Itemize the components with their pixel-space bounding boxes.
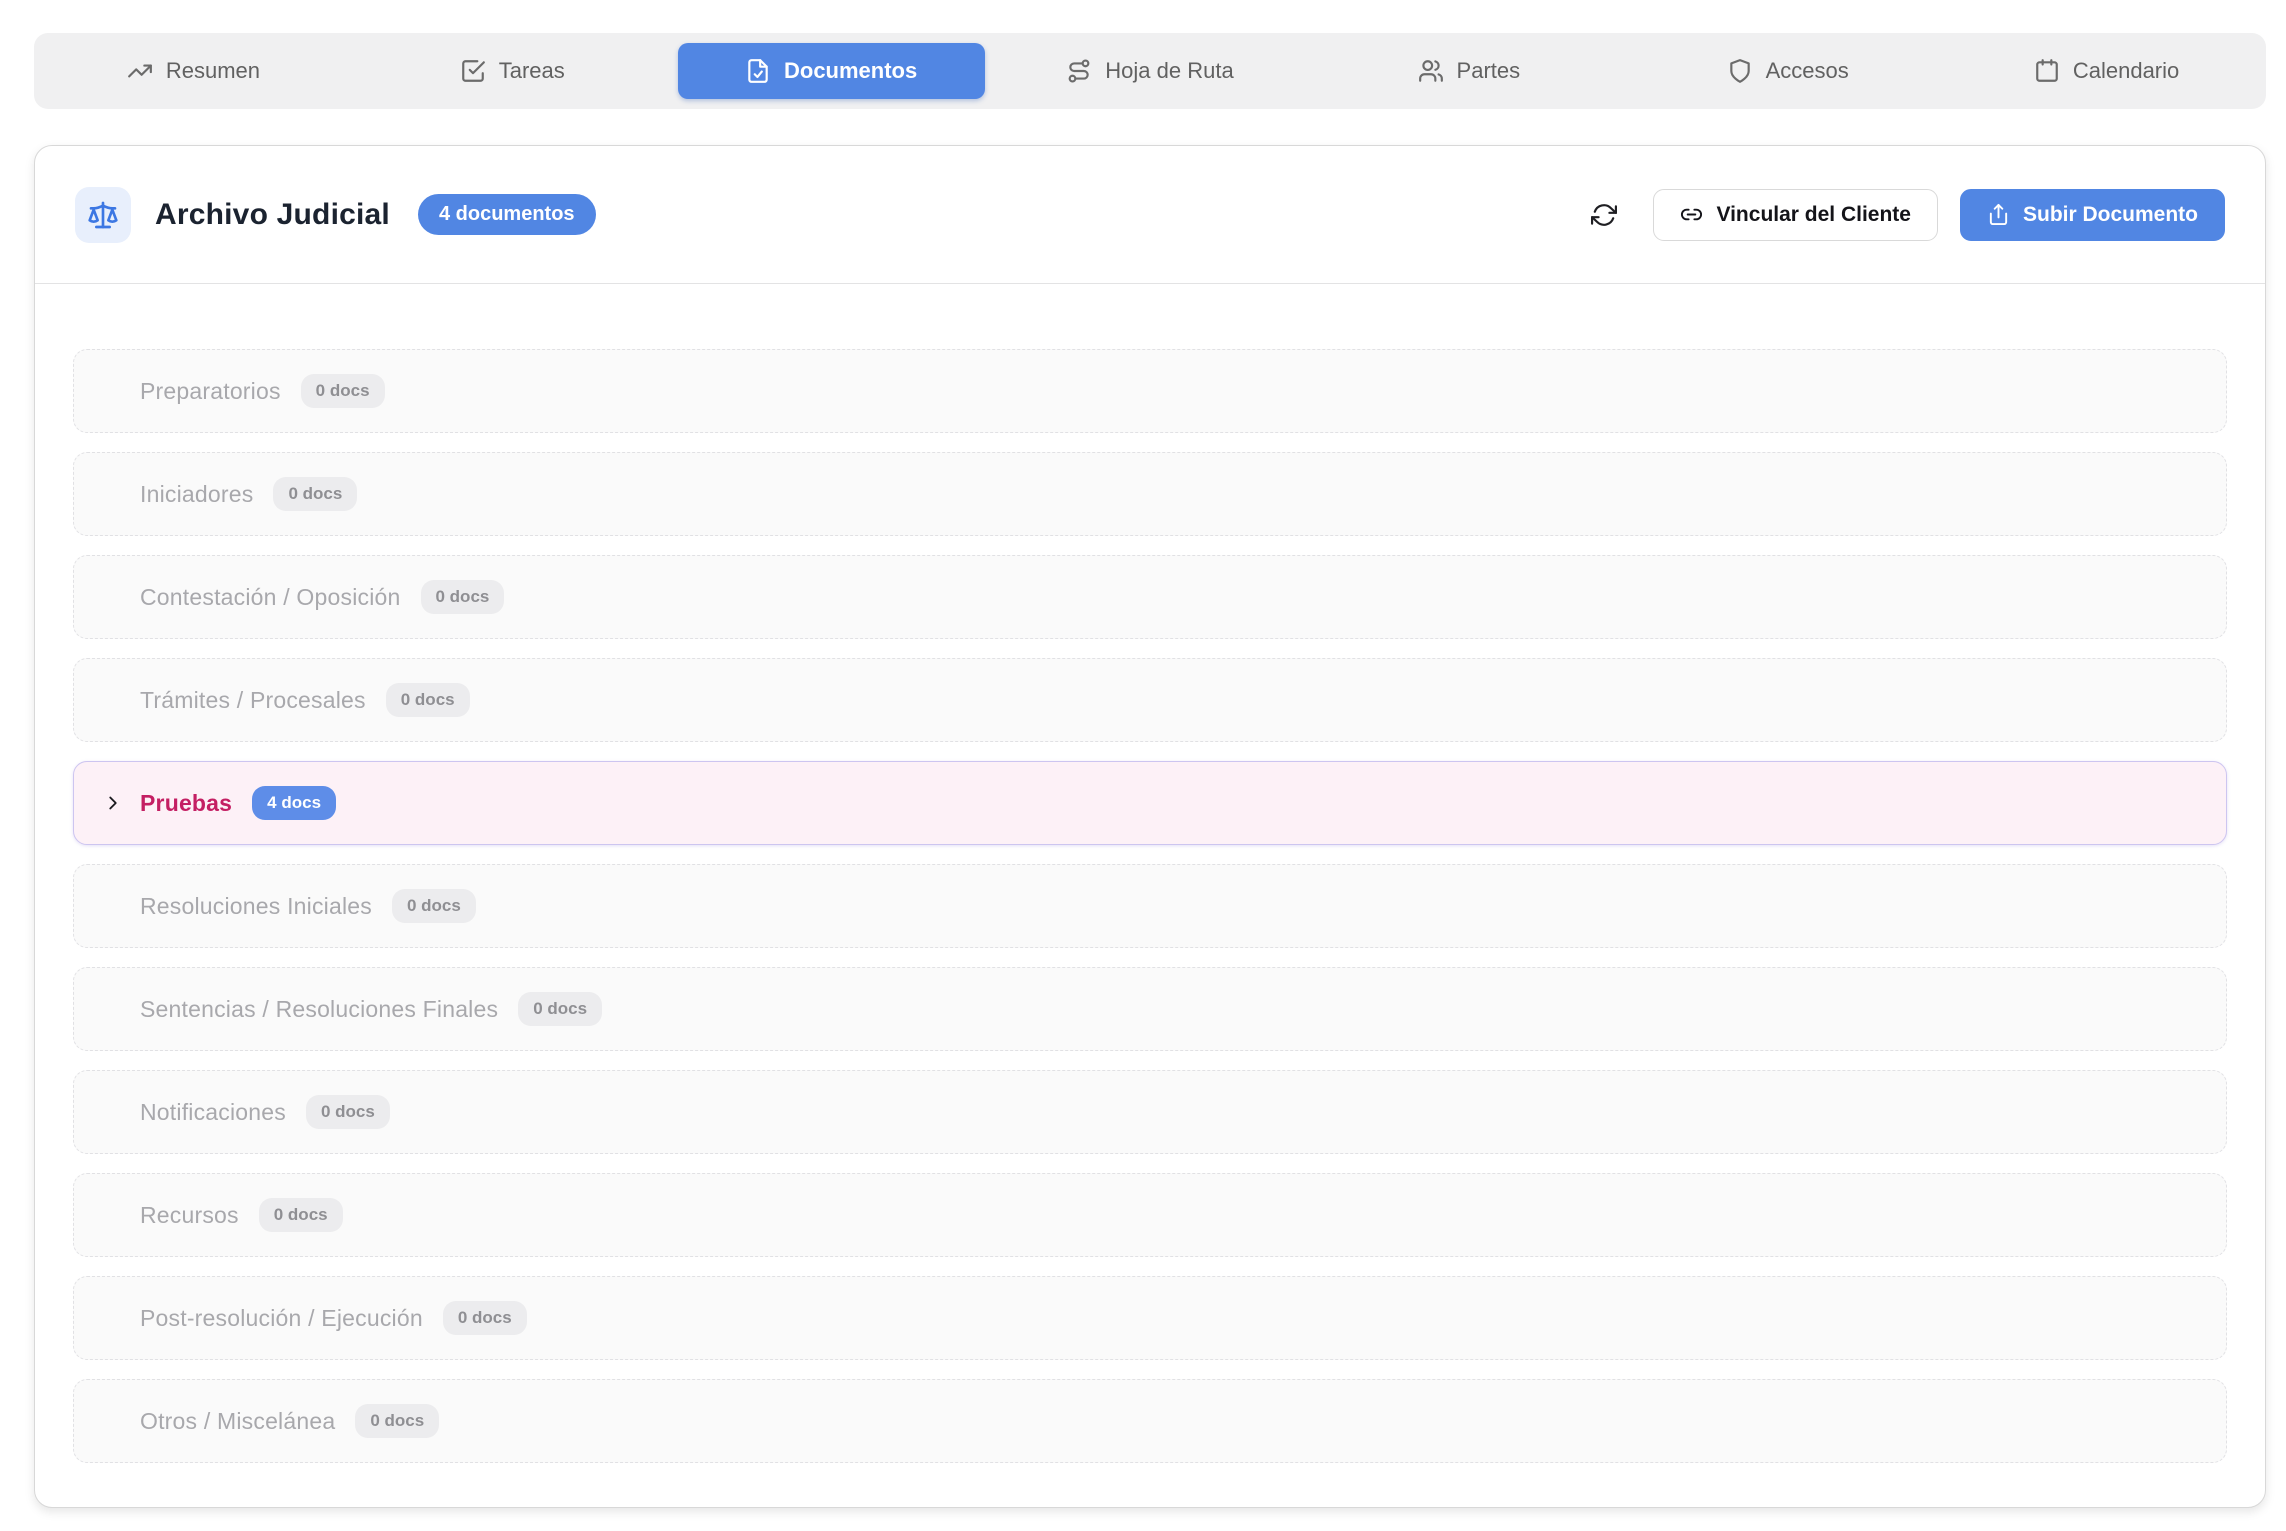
category-label: Sentencias / Resoluciones Finales (140, 996, 498, 1023)
category-doc-count-badge: 0 docs (518, 992, 602, 1026)
category-label: Resoluciones Iniciales (140, 893, 372, 920)
file-check-icon (745, 58, 771, 84)
card-header: Archivo Judicial 4 documentos Vincular d… (35, 146, 2265, 284)
category-row-contestacion-oposicion[interactable]: Contestación / Oposición 0 docs (73, 555, 2227, 639)
category-doc-count-badge: 0 docs (392, 889, 476, 923)
category-label: Contestación / Oposición (140, 584, 401, 611)
category-row-notificaciones[interactable]: Notificaciones 0 docs (73, 1070, 2227, 1154)
category-doc-count-badge: 0 docs (259, 1198, 343, 1232)
users-icon (1418, 58, 1444, 84)
upload-icon (1987, 203, 2010, 226)
tab-label: Accesos (1766, 58, 1849, 84)
upload-document-button-label: Subir Documento (2023, 203, 2198, 227)
tab-resumen[interactable]: Resumen (40, 43, 347, 99)
category-label: Trámites / Procesales (140, 687, 366, 714)
category-label: Post-resolución / Ejecución (140, 1305, 423, 1332)
link-client-button-label: Vincular del Cliente (1716, 203, 1911, 227)
category-doc-count-badge: 0 docs (386, 683, 470, 717)
tab-documentos[interactable]: Documentos (678, 43, 985, 99)
category-label: Otros / Miscelánea (140, 1408, 335, 1435)
category-label: Recursos (140, 1202, 239, 1229)
refresh-button[interactable] (1587, 198, 1621, 232)
tab-label: Partes (1457, 58, 1521, 84)
judicial-archive-card: Archivo Judicial 4 documentos Vincular d… (34, 145, 2266, 1508)
category-row-recursos[interactable]: Recursos 0 docs (73, 1173, 2227, 1257)
category-row-post-resolucion-ejecucion[interactable]: Post-resolución / Ejecución 0 docs (73, 1276, 2227, 1360)
category-label: Preparatorios (140, 378, 281, 405)
route-icon (1066, 58, 1092, 84)
link-client-button[interactable]: Vincular del Cliente (1653, 189, 1938, 241)
calendar-icon (2034, 58, 2060, 84)
chevron-right-icon[interactable] (102, 792, 124, 814)
document-count-badge: 4 documentos (418, 194, 596, 235)
tab-label: Hoja de Ruta (1105, 58, 1233, 84)
category-row-resoluciones-iniciales[interactable]: Resoluciones Iniciales 0 docs (73, 864, 2227, 948)
tab-tareas[interactable]: Tareas (359, 43, 666, 99)
case-tab-bar: Resumen Tareas Documentos Hoja de Ruta Parte… (34, 33, 2266, 109)
tab-accesos[interactable]: Accesos (1634, 43, 1941, 99)
category-row-tramites-procesales[interactable]: Trámites / Procesales 0 docs (73, 658, 2227, 742)
category-row-otros-miscelanea[interactable]: Otros / Miscelánea 0 docs (73, 1379, 2227, 1463)
category-list: Preparatorios0 docsIniciadores0 docsCont… (35, 284, 2265, 1507)
trending-up-icon (127, 58, 153, 84)
shield-icon (1727, 58, 1753, 84)
page-title: Archivo Judicial (155, 198, 390, 232)
check-square-icon (460, 58, 486, 84)
tab-partes[interactable]: Partes (1315, 43, 1622, 99)
category-label: Notificaciones (140, 1099, 286, 1126)
category-doc-count-badge: 0 docs (421, 580, 505, 614)
category-doc-count-badge: 4 docs (252, 786, 336, 820)
category-doc-count-badge: 0 docs (306, 1095, 390, 1129)
category-row-pruebas[interactable]: Pruebas 4 docs (73, 761, 2227, 845)
tab-label: Calendario (2073, 58, 2179, 84)
category-doc-count-badge: 0 docs (273, 477, 357, 511)
category-label: Iniciadores (140, 481, 253, 508)
category-row-preparatorios[interactable]: Preparatorios 0 docs (73, 349, 2227, 433)
tab-label: Tareas (499, 58, 565, 84)
tab-calendario[interactable]: Calendario (1953, 43, 2260, 99)
category-row-iniciadores[interactable]: Iniciadores 0 docs (73, 452, 2227, 536)
category-doc-count-badge: 0 docs (443, 1301, 527, 1335)
category-doc-count-badge: 0 docs (301, 374, 385, 408)
scales-icon (75, 187, 131, 243)
category-label: Pruebas (140, 790, 232, 817)
category-row-sentencias-resoluciones-finales[interactable]: Sentencias / Resoluciones Finales 0 docs (73, 967, 2227, 1051)
tab-label: Documentos (784, 58, 917, 84)
upload-document-button[interactable]: Subir Documento (1960, 189, 2225, 241)
tab-hoja-de-ruta[interactable]: Hoja de Ruta (997, 43, 1304, 99)
link-icon (1680, 203, 1703, 226)
tab-label: Resumen (166, 58, 260, 84)
category-doc-count-badge: 0 docs (355, 1404, 439, 1438)
